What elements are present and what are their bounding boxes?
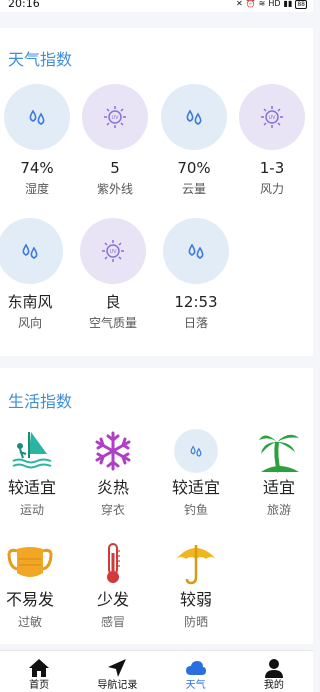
tab-home[interactable]: 首页 xyxy=(0,651,78,692)
life-value: 少发 xyxy=(96,590,129,609)
water-drops-icon xyxy=(161,84,227,150)
weather-label: 紫外线 xyxy=(96,182,133,196)
status-icons: ✕ ⏰ ≋ HD ▮▮ 88 xyxy=(236,0,307,10)
palm-island-icon xyxy=(254,426,304,476)
uv-sun-icon: UV xyxy=(80,218,146,284)
tab-navigation[interactable]: 导航记录 xyxy=(78,651,156,692)
weather-index-card: 天气指数 74% 湿度 UV 5 紫外线 70% 云量 UV 1-3 风力 东南… xyxy=(0,28,313,356)
weather-index-title: 天气指数 xyxy=(8,50,73,69)
svg-text:UV: UV xyxy=(111,115,119,121)
cloud-icon xyxy=(157,657,235,679)
water-drops-icon xyxy=(171,426,221,476)
life-value: 不易发 xyxy=(5,590,54,609)
uv-sun-icon: UV xyxy=(239,84,305,150)
weather-item-wind-force: UV 1-3 风力 xyxy=(233,84,311,197)
weather-label: 风力 xyxy=(259,182,284,196)
tab-profile[interactable]: 我的 xyxy=(235,651,313,692)
weather-item-cloud: 70% 云量 xyxy=(155,84,233,197)
life-value: 适宜 xyxy=(262,478,295,497)
water-drops-icon xyxy=(0,218,63,284)
life-label: 运动 xyxy=(19,503,44,517)
weather-label: 云量 xyxy=(181,182,206,196)
weather-item-sunset: 12:53 日落 xyxy=(157,218,235,331)
snowflake-icon xyxy=(88,426,138,476)
weather-item-air-quality: UV 良 空气质量 xyxy=(74,218,152,331)
weather-label: 空气质量 xyxy=(88,316,137,330)
life-item-clothing: 炎热 穿衣 xyxy=(74,426,152,518)
home-icon xyxy=(0,657,78,679)
life-item-travel: 适宜 旅游 xyxy=(240,426,318,518)
life-value: 较弱 xyxy=(179,590,212,609)
weather-item-wind-direction: 东南风 风向 xyxy=(0,218,69,331)
life-label: 旅游 xyxy=(266,503,291,517)
life-index-title: 生活指数 xyxy=(8,392,73,411)
water-drops-icon xyxy=(163,218,229,284)
weather-label: 风向 xyxy=(17,316,42,330)
weather-item-uv: UV 5 紫外线 xyxy=(76,84,154,197)
network-label: HD xyxy=(268,0,281,8)
life-value: 炎热 xyxy=(96,478,129,497)
wifi-icon: ≋ xyxy=(258,0,266,8)
life-index-card: 生活指数 较适宜 运动 炎热 穿衣 较适宜 钓鱼 适宜 旅游 不易发 过敏 少发… xyxy=(0,368,313,644)
life-label: 钓鱼 xyxy=(183,503,208,517)
weather-label: 日落 xyxy=(183,316,208,330)
life-item-fishing: 较适宜 钓鱼 xyxy=(157,426,235,518)
status-time: 20:16 xyxy=(8,0,40,10)
mask-icon xyxy=(5,538,55,588)
life-label: 感冒 xyxy=(100,615,125,629)
life-label: 过敏 xyxy=(17,615,42,629)
tab-label: 导航记录 xyxy=(97,680,138,691)
windsurf-icon xyxy=(7,426,57,476)
weather-value: 1-3 xyxy=(259,159,285,177)
alarm-icon: ⏰ xyxy=(245,0,256,8)
weather-value: 5 xyxy=(110,159,120,177)
life-value: 较适宜 xyxy=(171,478,220,497)
weather-value: 良 xyxy=(105,293,121,311)
life-item-allergy: 不易发 过敏 xyxy=(0,538,69,630)
uv-sun-icon: UV xyxy=(82,84,148,150)
umbrella-icon xyxy=(171,538,221,588)
weather-value: 12:53 xyxy=(174,293,218,311)
life-item-sunscreen: 较弱 防晒 xyxy=(157,538,235,630)
life-item-sport: 较适宜 运动 xyxy=(0,426,71,518)
life-item-cold: 少发 感冒 xyxy=(74,538,152,630)
life-label: 穿衣 xyxy=(100,503,125,517)
person-icon xyxy=(235,657,313,679)
battery-icon: 88 xyxy=(295,0,307,9)
tab-weather[interactable]: 天气 xyxy=(157,651,235,692)
svg-text:UV: UV xyxy=(109,249,117,255)
thermometer-icon xyxy=(88,538,138,588)
weather-item-humidity: 74% 湿度 xyxy=(0,84,76,197)
tab-label: 我的 xyxy=(263,680,284,691)
water-drops-icon xyxy=(4,84,70,150)
svg-text:UV: UV xyxy=(268,115,276,121)
mute-icon: ✕ xyxy=(235,0,243,8)
tab-label: 天气 xyxy=(185,680,206,691)
navigation-arrow-icon xyxy=(78,657,156,679)
weather-label: 湿度 xyxy=(24,182,49,196)
life-value: 较适宜 xyxy=(7,478,56,497)
weather-value: 74% xyxy=(20,159,54,177)
life-label: 防晒 xyxy=(183,615,208,629)
tab-label: 首页 xyxy=(29,680,50,691)
weather-value: 70% xyxy=(177,159,211,177)
weather-value: 东南风 xyxy=(7,293,53,311)
status-bar: 20:16 ✕ ⏰ ≋ HD ▮▮ 88 xyxy=(0,0,313,12)
signal-icon: ▮▮ xyxy=(283,0,293,8)
bottom-tab-bar: 首页 导航记录 天气 我的 xyxy=(0,650,313,692)
